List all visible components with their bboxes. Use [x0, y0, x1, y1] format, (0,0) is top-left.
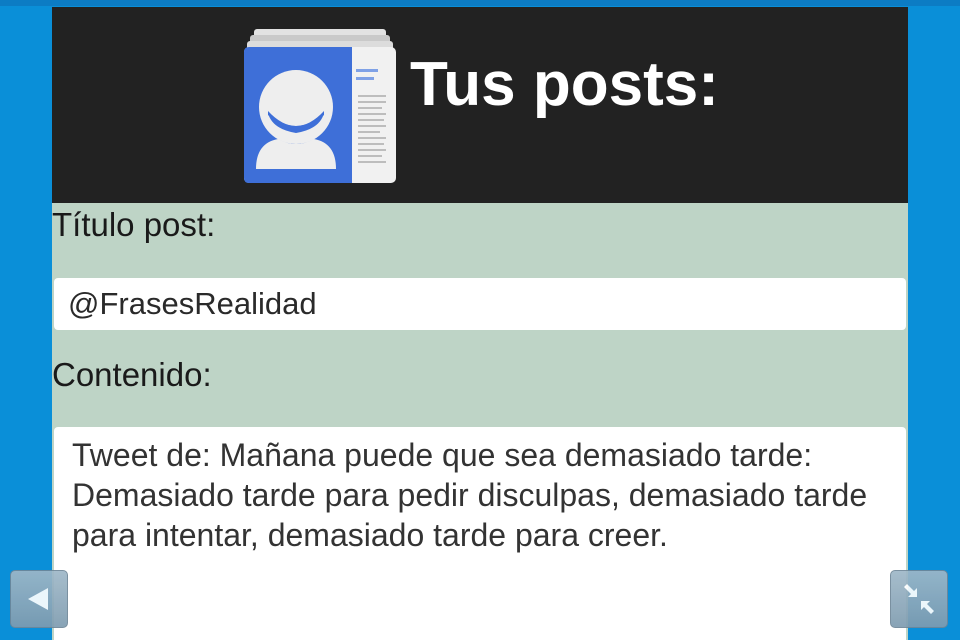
post-title-label: Título post: — [52, 206, 216, 243]
header-bar: Tus posts: — [52, 7, 908, 203]
page-title: Tus posts: — [410, 50, 719, 119]
app-panel: Tus posts: Título post: Contenido: Tweet… — [52, 7, 908, 640]
shrink-arrows-icon — [904, 584, 934, 614]
post-title-input[interactable] — [54, 278, 906, 330]
back-button[interactable] — [10, 570, 68, 628]
post-content-textarea[interactable]: Tweet de: Mañana puede que sea demasiado… — [54, 427, 906, 640]
contacts-app-icon — [244, 29, 396, 183]
back-arrow-icon — [28, 588, 48, 610]
app-screen: Tus posts: Título post: Contenido: Tweet… — [0, 0, 960, 640]
status-strip — [0, 0, 960, 6]
shrink-button[interactable] — [890, 570, 948, 628]
post-content-label: Contenido: — [52, 356, 212, 393]
